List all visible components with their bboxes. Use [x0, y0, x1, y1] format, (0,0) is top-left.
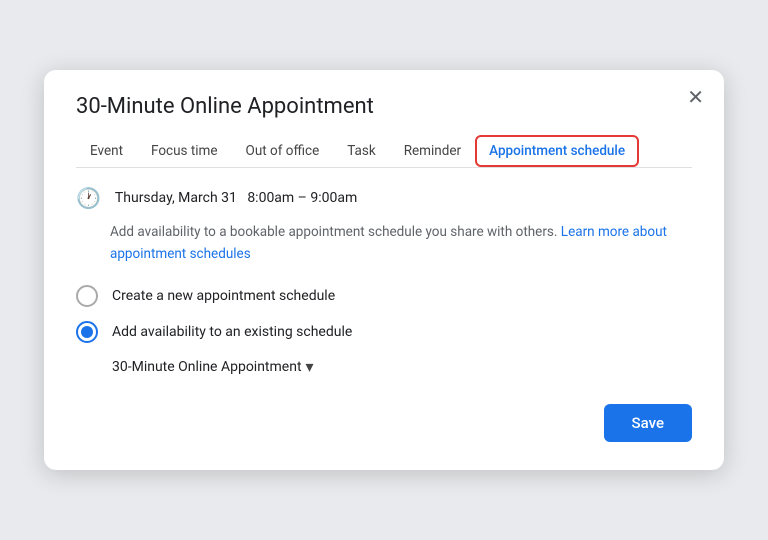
- create-new-label: Create a new appointment schedule: [112, 288, 335, 304]
- tab-out-of-office[interactable]: Out of office: [232, 135, 334, 167]
- close-button[interactable]: ✕: [683, 84, 708, 112]
- clock-icon: 🕐: [76, 186, 101, 210]
- add-existing-radio[interactable]: [76, 321, 98, 343]
- tab-reminder[interactable]: Reminder: [390, 135, 475, 167]
- schedule-dropdown[interactable]: 30-Minute Online Appointment ▾: [112, 357, 314, 376]
- create-new-radio[interactable]: [76, 285, 98, 307]
- dialog: ✕ 30-Minute Online Appointment Event Foc…: [44, 70, 724, 470]
- add-existing-label: Add availability to an existing schedule: [112, 324, 352, 340]
- dialog-footer: Save: [76, 404, 692, 442]
- save-button[interactable]: Save: [604, 404, 692, 442]
- description-text: Add availability to a bookable appointme…: [110, 222, 692, 265]
- time-date: Thursday, March 31 8:00am – 9:00am: [115, 190, 357, 206]
- tab-event[interactable]: Event: [76, 135, 137, 167]
- radio-inner-dot: [81, 326, 93, 338]
- tab-task[interactable]: Task: [333, 135, 389, 167]
- time-row: 🕐 Thursday, March 31 8:00am – 9:00am: [76, 186, 692, 210]
- tab-focus-time[interactable]: Focus time: [137, 135, 232, 167]
- dropdown-arrow-icon: ▾: [306, 357, 314, 376]
- add-existing-option[interactable]: Add availability to an existing schedule: [76, 321, 692, 343]
- schedule-dropdown-label: 30-Minute Online Appointment: [112, 359, 302, 375]
- dialog-title: 30-Minute Online Appointment: [76, 94, 692, 119]
- tabs-bar: Event Focus time Out of office Task Remi…: [76, 135, 692, 168]
- create-new-option[interactable]: Create a new appointment schedule: [76, 285, 692, 307]
- tab-appointment-schedule[interactable]: Appointment schedule: [475, 135, 639, 167]
- schedule-dropdown-row: 30-Minute Online Appointment ▾: [112, 357, 692, 376]
